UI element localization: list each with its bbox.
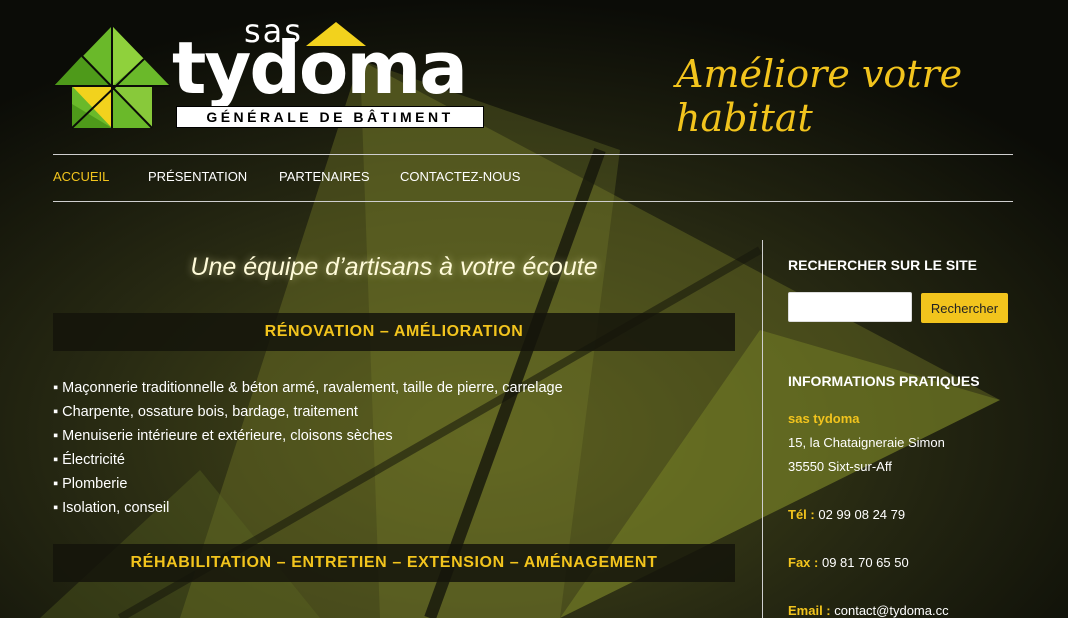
fax-number: 09 81 70 65 50 bbox=[821, 555, 909, 570]
logo-subtitle: GÉNÉRALE DE BÂTIMENT bbox=[176, 106, 484, 128]
fax-label: Fax : bbox=[788, 555, 819, 570]
nav-item-presentation[interactable]: PRÉSENTATION bbox=[148, 169, 247, 184]
phone-number: 02 99 08 24 79 bbox=[818, 507, 906, 522]
site-logo[interactable]: sas tydoma GÉNÉRALE DE BÂTIMENT bbox=[52, 12, 492, 130]
address-line-1: 15, la Chataigneraie Simon bbox=[788, 435, 945, 450]
nav-item-contact[interactable]: CONTACTEZ-NOUS bbox=[400, 169, 520, 184]
list-item: ▪ Maçonnerie traditionnelle & béton armé,… bbox=[53, 380, 563, 396]
address-line-2: 35550 Sixt-sur-Aff bbox=[788, 459, 892, 474]
list-item: ▪ Isolation, conseil bbox=[53, 500, 170, 516]
list-item: ▪ Plomberie bbox=[53, 476, 128, 492]
section-title-renovation: RÉNOVATION – AMÉLIORATION bbox=[53, 313, 735, 351]
phone-label: Tél : bbox=[788, 507, 815, 522]
list-item: ▪ Charpente, ossature bois, bardage, trai… bbox=[53, 404, 358, 420]
site-tagline: Améliore votre habitat bbox=[676, 52, 963, 140]
fax-info: Fax : 09 81 70 65 50 bbox=[788, 555, 909, 570]
email-info: Email : contact@tydoma.cc bbox=[788, 603, 949, 618]
nav-item-accueil[interactable]: ACCUEIL bbox=[53, 169, 109, 184]
bullet-icon: ▪ bbox=[53, 404, 59, 420]
list-item: ▪ Menuiserie intérieure et extérieure, cl… bbox=[53, 428, 393, 444]
sidebar-divider bbox=[762, 240, 763, 618]
company-name: sas tydoma bbox=[788, 411, 860, 426]
phone-info: Tél : 02 99 08 24 79 bbox=[788, 507, 905, 522]
search-button[interactable]: Rechercher bbox=[921, 293, 1008, 323]
bullet-icon: ▪ bbox=[53, 476, 59, 492]
main-nav: ACCUEIL PRÉSENTATION PARTENAIRES CONTACT… bbox=[53, 154, 1013, 202]
info-widget-title: INFORMATIONS PRATIQUES bbox=[788, 373, 980, 389]
list-item: ▪ Électricité bbox=[53, 452, 125, 468]
services-list: ▪ Maçonnerie traditionnelle & béton armé,… bbox=[53, 376, 733, 520]
bullet-icon: ▪ bbox=[53, 500, 59, 516]
bullet-icon: ▪ bbox=[53, 428, 59, 444]
page-heading: Une équipe d’artisans à votre écoute bbox=[190, 253, 598, 281]
bullet-icon: ▪ bbox=[53, 452, 59, 468]
email-link[interactable]: contact@tydoma.cc bbox=[834, 603, 948, 618]
email-label: Email : bbox=[788, 603, 831, 618]
house-logo-icon bbox=[54, 26, 170, 129]
section-title-rehabilitation: RÉHABILITATION – ENTRETIEN – EXTENSION –… bbox=[53, 544, 735, 582]
bullet-icon: ▪ bbox=[53, 380, 59, 396]
search-widget-title: RECHERCHER SUR LE SITE bbox=[788, 257, 978, 273]
logo-name: tydoma bbox=[172, 26, 468, 110]
nav-item-partenaires[interactable]: PARTENAIRES bbox=[279, 169, 370, 184]
search-input[interactable] bbox=[788, 292, 912, 322]
